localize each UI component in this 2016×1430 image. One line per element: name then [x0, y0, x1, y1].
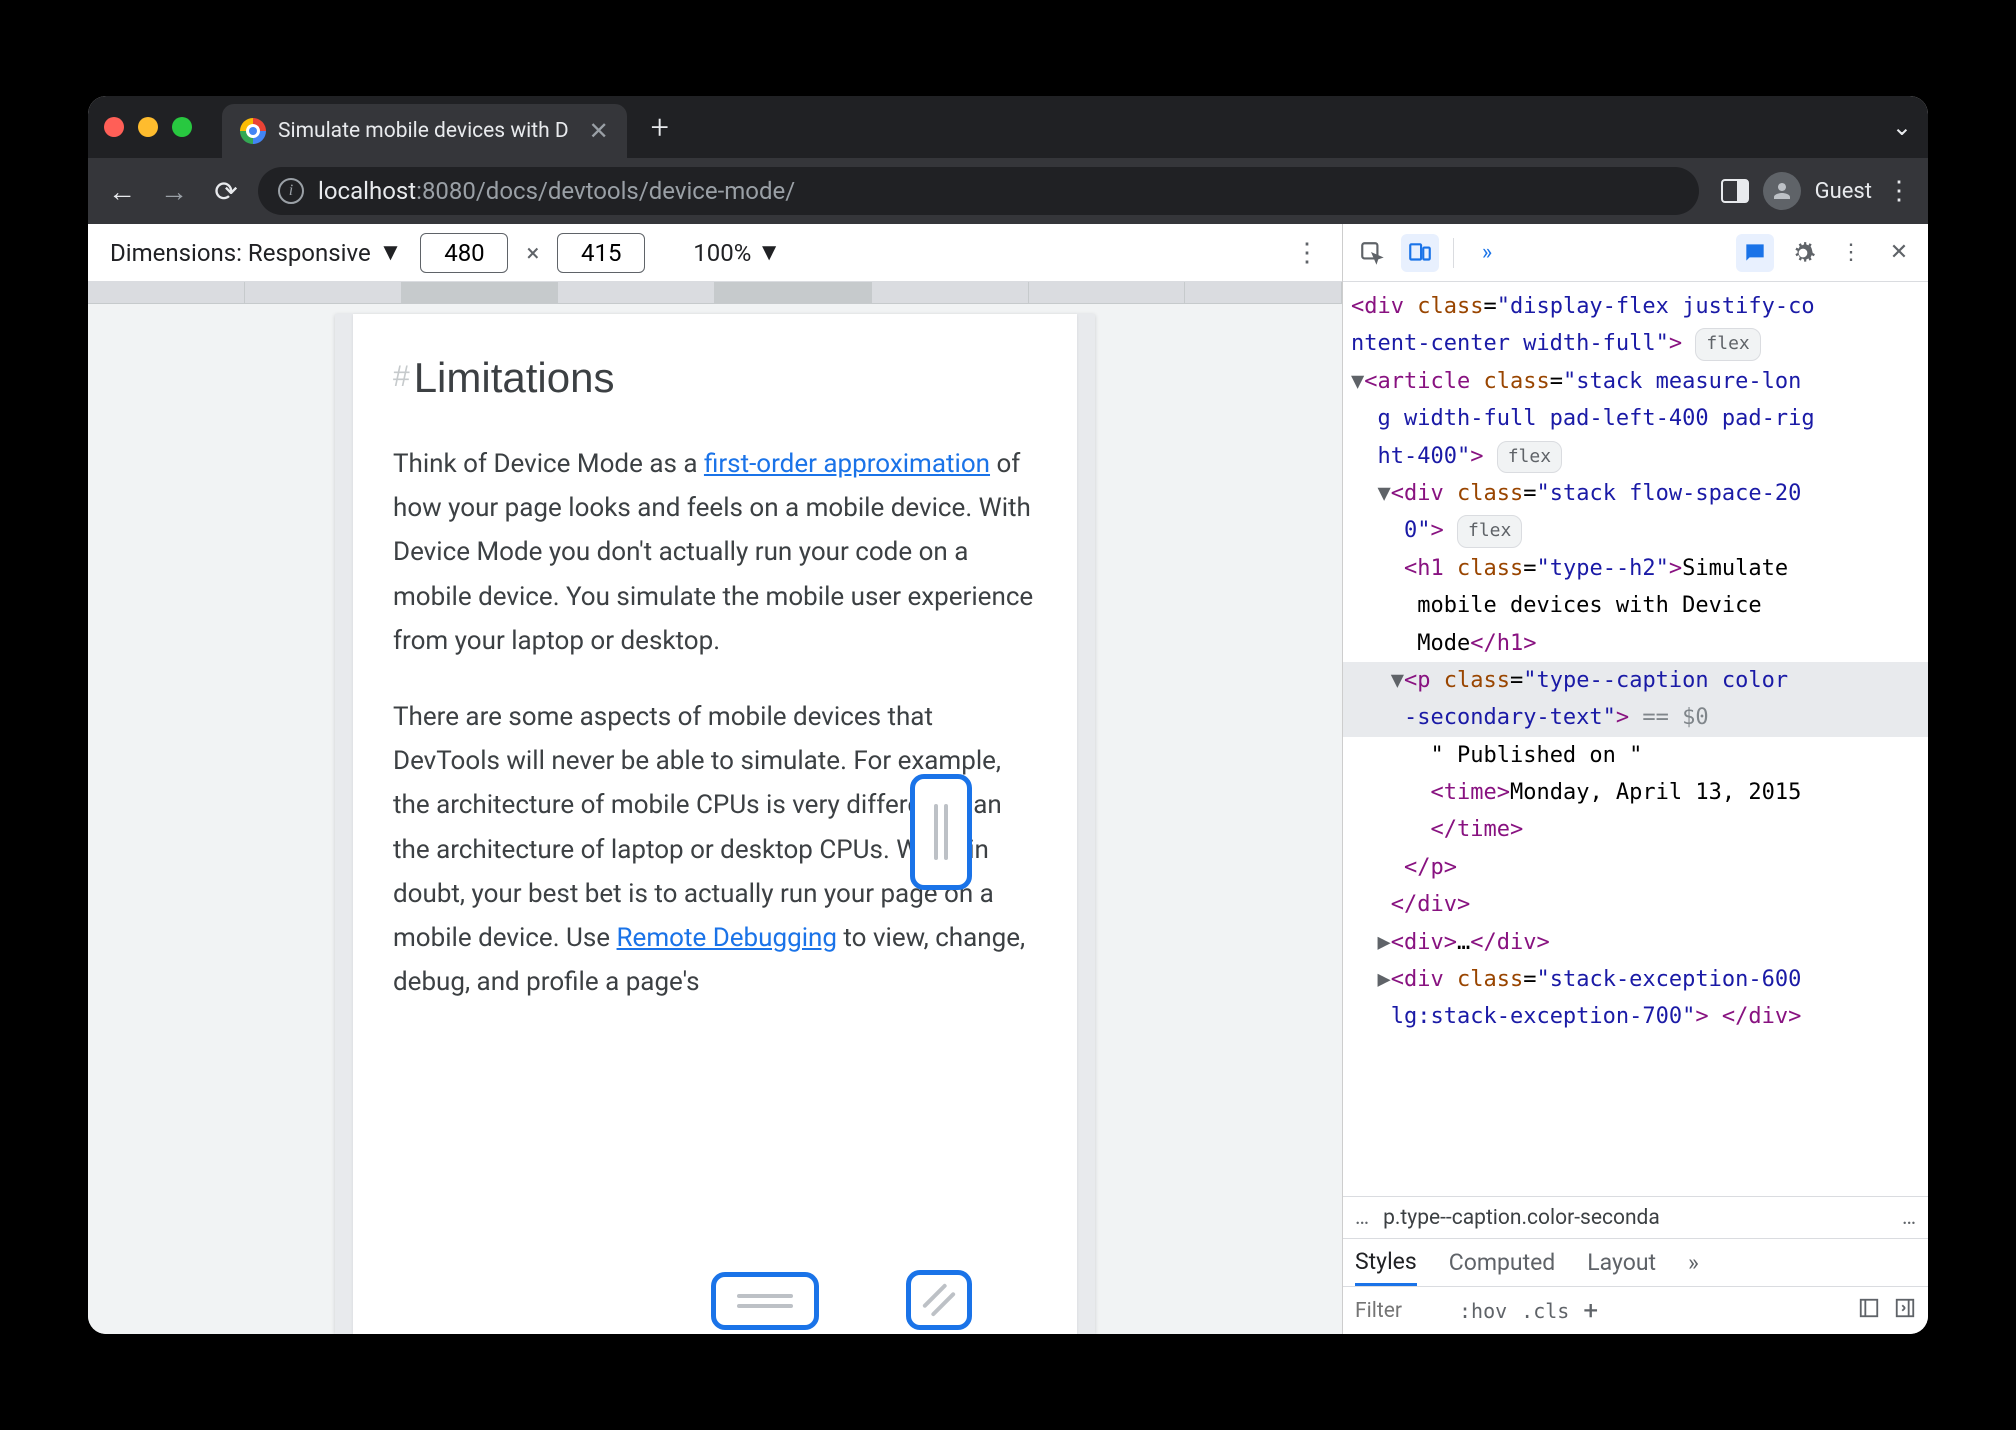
first-order-link[interactable]: first-order approximation — [704, 449, 990, 479]
device-frame: #Limitations Think of Device Mode as a f… — [335, 314, 1095, 1334]
inspect-element-icon[interactable] — [1353, 234, 1391, 272]
devtools-panel: » ⋮ ✕ <div class="display-flex justify-c… — [1342, 224, 1928, 1334]
traffic-lights — [104, 117, 192, 137]
styles-tab[interactable]: Styles — [1355, 1239, 1417, 1286]
device-toolbar: Dimensions: Responsive▼ × 100%▼ ⋮ — [88, 224, 1342, 282]
preview-wrapper: #Limitations Think of Device Mode as a f… — [88, 304, 1342, 1334]
crumb-overflow-left[interactable]: … — [1355, 1206, 1369, 1230]
crumb-overflow-right[interactable]: … — [1902, 1206, 1916, 1230]
minimize-window-button[interactable] — [138, 117, 158, 137]
remote-debugging-link[interactable]: Remote Debugging — [617, 923, 837, 953]
content-area: Dimensions: Responsive▼ × 100%▼ ⋮ #Limit… — [88, 224, 1928, 1334]
omnibox[interactable]: i localhost:8080/docs/devtools/device-mo… — [258, 167, 1699, 215]
page-heading: #Limitations — [393, 354, 1037, 402]
resize-handle-corner[interactable] — [906, 1270, 972, 1330]
device-toolbar-more-button[interactable]: ⋮ — [1294, 238, 1320, 268]
back-button[interactable]: ← — [102, 171, 142, 211]
profile-label: Guest — [1815, 179, 1872, 204]
side-panel-icon[interactable] — [1721, 179, 1749, 203]
more-tabs-icon[interactable]: » — [1468, 234, 1506, 272]
chrome-favicon-icon — [240, 118, 266, 144]
titlebar: Simulate mobile devices with D ✕ + ⌄ — [88, 96, 1928, 158]
close-tab-button[interactable]: ✕ — [589, 117, 609, 145]
layout-tab[interactable]: Layout — [1587, 1249, 1656, 1276]
site-info-icon[interactable]: i — [278, 178, 304, 204]
zoom-dropdown[interactable]: 100%▼ — [693, 238, 781, 267]
breadcrumb-current[interactable]: p.type--caption.color-seconda — [1383, 1206, 1888, 1230]
new-style-rule-button[interactable]: + — [1583, 1296, 1598, 1326]
browser-window: Simulate mobile devices with D ✕ + ⌄ ← →… — [88, 96, 1928, 1334]
ruler — [88, 282, 1342, 304]
forward-button[interactable]: → — [154, 171, 194, 211]
page-paragraph-1: Think of Device Mode as a first-order ap… — [393, 442, 1037, 663]
styles-tabbar: Styles Computed Layout » — [1343, 1238, 1928, 1286]
feedback-icon[interactable] — [1736, 234, 1774, 272]
computed-sidebar-icon[interactable] — [1858, 1297, 1880, 1325]
height-input[interactable] — [557, 233, 645, 273]
reload-button[interactable]: ⟳ — [206, 171, 246, 211]
browser-tab[interactable]: Simulate mobile devices with D ✕ — [222, 104, 627, 158]
resize-handle-right[interactable] — [910, 774, 972, 890]
dimensions-dropdown[interactable]: Dimensions: Responsive▼ — [110, 238, 402, 267]
close-devtools-icon[interactable]: ✕ — [1880, 234, 1918, 272]
tab-title: Simulate mobile devices with D — [278, 119, 569, 143]
styles-filter-input[interactable] — [1355, 1299, 1445, 1323]
settings-icon[interactable] — [1784, 234, 1822, 272]
cls-toggle[interactable]: .cls — [1521, 1299, 1569, 1323]
computed-tab[interactable]: Computed — [1449, 1249, 1556, 1276]
new-tab-button[interactable]: + — [651, 108, 669, 146]
dimension-separator: × — [526, 239, 539, 267]
tab-search-button[interactable]: ⌄ — [1892, 113, 1912, 141]
styles-more-tabs[interactable]: » — [1688, 1249, 1699, 1276]
breadcrumbs[interactable]: … p.type--caption.color-seconda … — [1343, 1196, 1928, 1238]
address-bar: ← → ⟳ i localhost:8080/docs/devtools/dev… — [88, 158, 1928, 224]
toggle-device-toolbar-icon[interactable] — [1401, 234, 1439, 272]
devtools-tabbar: » ⋮ ✕ — [1343, 224, 1928, 282]
browser-menu-button[interactable]: ⋮ — [1886, 176, 1914, 206]
styles-filter-bar: :hov .cls + — [1343, 1286, 1928, 1334]
toggle-styles-sidebar-icon[interactable] — [1894, 1297, 1916, 1325]
profile-avatar[interactable] — [1763, 172, 1801, 210]
device-mode-viewport: Dimensions: Responsive▼ × 100%▼ ⋮ #Limit… — [88, 224, 1342, 1334]
devtools-menu-icon[interactable]: ⋮ — [1832, 234, 1870, 272]
elements-tree[interactable]: <div class="display-flex justify-co nten… — [1343, 282, 1928, 1196]
close-window-button[interactable] — [104, 117, 124, 137]
hov-toggle[interactable]: :hov — [1459, 1299, 1507, 1323]
width-input[interactable] — [420, 233, 508, 273]
maximize-window-button[interactable] — [172, 117, 192, 137]
resize-handle-bottom[interactable] — [711, 1272, 819, 1330]
url-text: localhost:8080/docs/devtools/device-mode… — [318, 177, 795, 205]
